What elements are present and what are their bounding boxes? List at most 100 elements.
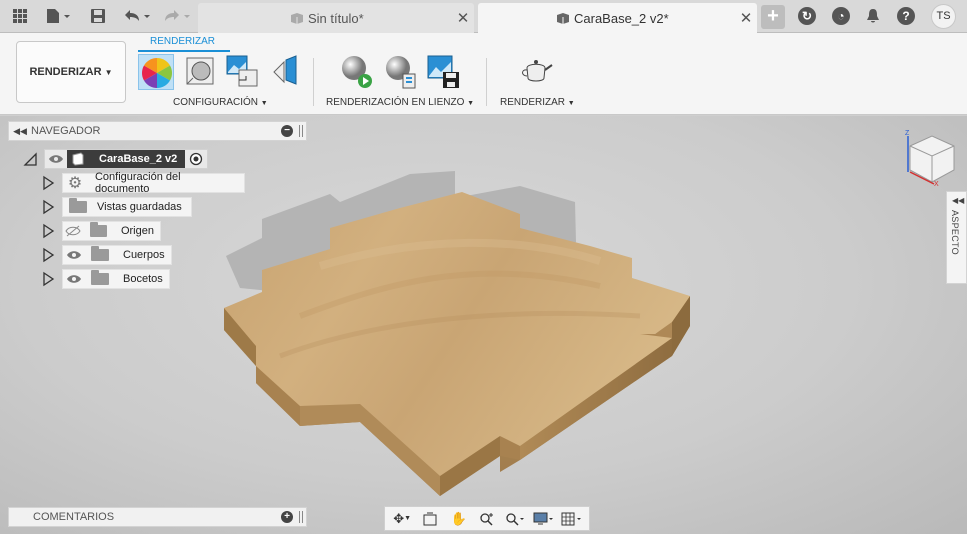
close-icon[interactable]: ✕ (452, 9, 474, 27)
browser-item-sketches[interactable]: Bocetos (40, 269, 170, 289)
capture-image-icon[interactable] (426, 54, 462, 90)
navigation-toolbar: ✥ ▼ ✋ (384, 506, 590, 531)
gear-icon: ⚙ (67, 175, 83, 192)
plus-icon[interactable]: + (281, 511, 293, 523)
new-tab-button[interactable]: + (761, 5, 785, 29)
app-window: Sin título* ✕ CaraBase_2 v2* ✕ + ↻ ◔ ? T… (0, 0, 967, 534)
eye-icon[interactable] (63, 269, 85, 289)
tab-label: Sin título* (308, 10, 364, 26)
item-box[interactable]: Bocetos (62, 269, 170, 289)
pan-hand-icon[interactable]: ✋ (448, 509, 470, 529)
expand-triangle-icon[interactable] (40, 247, 56, 263)
close-icon[interactable]: ✕ (735, 9, 757, 27)
item-label: Origen (120, 225, 154, 237)
root-node-box[interactable]: CaraBase_2 v2 (44, 149, 209, 169)
item-box[interactable]: Vistas guardadas (62, 197, 192, 217)
item-box[interactable]: Origen (62, 221, 161, 241)
root-node-label: CaraBase_2 v2 (99, 153, 178, 165)
chevron-down-icon: ▼ (104, 67, 113, 77)
group-divider (313, 58, 314, 106)
svg-text:X: X (934, 181, 939, 186)
item-box[interactable]: ⚙ Configuración del documento (62, 171, 245, 195)
folder-icon (91, 246, 109, 261)
browser-title: NAVEGADOR (31, 125, 101, 137)
expand-triangle-icon[interactable] (22, 151, 38, 167)
render-teapot-icon[interactable] (518, 54, 554, 90)
grid-snaps-icon[interactable] (561, 509, 583, 529)
expand-triangle-icon[interactable] (40, 199, 56, 215)
tab-label: CaraBase_2 v2* (574, 10, 669, 26)
browser-root-node[interactable]: CaraBase_2 v2 (22, 149, 209, 169)
file-menu-icon[interactable] (42, 4, 74, 28)
item-label: Configuración del documento (94, 171, 181, 195)
title-bar: Sin título* ✕ CaraBase_2 v2* ✕ + ↻ ◔ ? T… (0, 0, 967, 33)
physical-material-icon[interactable] (183, 54, 219, 90)
display-settings-icon[interactable] (533, 509, 555, 529)
orbit-icon[interactable]: ✥ ▼ (391, 509, 413, 529)
root-node-label-box[interactable]: CaraBase_2 v2 (67, 150, 186, 168)
apps-grid-icon[interactable] (8, 4, 32, 28)
folder-icon (91, 270, 109, 285)
appearance-icon[interactable] (138, 54, 174, 90)
texture-map-icon[interactable] (268, 54, 304, 90)
view-cube[interactable]: Z X (904, 126, 960, 186)
tab-renderizar[interactable]: RENDERIZAR (150, 36, 215, 47)
expand-triangle-icon[interactable] (40, 175, 56, 191)
toolbar-ribbon: RENDERIZAR ▼ RENDERIZAR CONFIGURACIÓN ▼ (0, 33, 967, 115)
item-label: Bocetos (123, 273, 163, 285)
zoom-icon[interactable] (476, 509, 498, 529)
workspace-switcher[interactable]: RENDERIZAR ▼ (16, 41, 126, 103)
in-canvas-settings-icon[interactable] (382, 54, 418, 90)
in-canvas-render-icon[interactable] (338, 54, 374, 90)
comments-title: COMENTARIOS (33, 511, 115, 523)
comments-header[interactable]: COMENTARIOS + (8, 507, 307, 527)
item-label: Cuerpos (123, 249, 165, 261)
panel-grip-icon[interactable] (299, 125, 303, 137)
workspace-label: RENDERIZAR (29, 66, 102, 78)
browser-item-origin[interactable]: Origen (40, 221, 161, 241)
zoom-window-icon[interactable] (504, 509, 526, 529)
undo-icon[interactable] (120, 4, 154, 28)
tab-carabase[interactable]: CaraBase_2 v2* ✕ (478, 3, 757, 33)
canvas-viewport[interactable]: ◀◀ NAVEGADOR − CaraBase_2 v2 ⚙ Configura… (0, 116, 967, 534)
folder-icon (89, 222, 107, 237)
avatar[interactable]: TS (931, 4, 956, 29)
panel-grip-icon[interactable] (299, 511, 303, 523)
eye-hidden-icon[interactable] (63, 221, 84, 241)
browser-header[interactable]: ◀◀ NAVEGADOR − (8, 121, 307, 141)
job-status-icon[interactable]: ◔ (832, 7, 850, 25)
minus-icon[interactable]: − (281, 125, 293, 137)
document-cube-icon (557, 12, 569, 24)
appearance-side-panel-tab[interactable]: ◀◀ ASPECTO (946, 191, 967, 284)
active-tab-indicator (138, 50, 230, 52)
svg-text:Z: Z (905, 130, 910, 137)
item-label: Vistas guardadas (97, 201, 182, 213)
folder-icon (69, 198, 87, 213)
browser-item-bodies[interactable]: Cuerpos (40, 245, 172, 265)
browser-item-document-settings[interactable]: ⚙ Configuración del documento (40, 171, 245, 195)
eye-icon[interactable] (63, 245, 85, 265)
group-divider (486, 58, 487, 106)
help-icon[interactable]: ? (897, 7, 915, 25)
notifications-icon[interactable] (862, 4, 884, 28)
expand-triangle-icon[interactable] (40, 223, 56, 239)
document-cube-icon (291, 12, 303, 24)
aspect-label: ASPECTO (950, 210, 960, 255)
tab-sin-titulo[interactable]: Sin título* ✕ (198, 3, 474, 33)
group-label-render[interactable]: RENDERIZAR ▼ (500, 97, 575, 108)
redo-icon[interactable] (160, 4, 194, 28)
look-at-icon[interactable] (419, 509, 441, 529)
activate-radio-icon[interactable] (185, 152, 207, 166)
refresh-icon[interactable]: ↻ (798, 7, 816, 25)
browser-item-saved-views[interactable]: Vistas guardadas (40, 197, 192, 217)
save-icon[interactable] (88, 4, 108, 28)
collapse-arrow-icon[interactable]: ◀◀ (9, 126, 31, 137)
expand-triangle-icon[interactable] (40, 271, 56, 287)
expand-arrow-icon[interactable]: ◀◀ (952, 196, 964, 205)
group-label-in-canvas[interactable]: RENDERIZACIÓN EN LIENZO ▼ (326, 97, 474, 108)
group-label-setup[interactable]: CONFIGURACIÓN ▼ (173, 97, 268, 108)
item-box[interactable]: Cuerpos (62, 245, 172, 265)
component-icon (72, 152, 84, 166)
scene-settings-icon[interactable] (225, 54, 261, 90)
eye-icon[interactable] (45, 149, 67, 169)
